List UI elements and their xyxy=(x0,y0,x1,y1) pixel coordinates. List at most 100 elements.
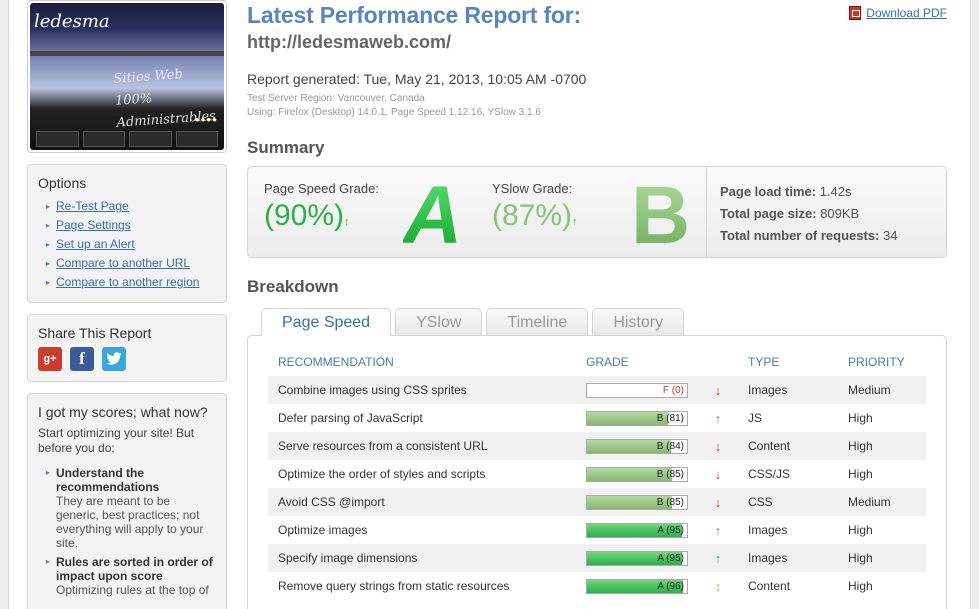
grade-cell: B (84) xyxy=(576,432,698,460)
requests-label: Total number of requests: xyxy=(720,228,880,243)
grade-cell: A (95) xyxy=(576,516,698,544)
option-item: Compare to another URL xyxy=(46,254,216,273)
thumbnail-banner-line-1: Sitios Web 100% xyxy=(113,67,184,109)
grade-bar: B (81) xyxy=(586,410,688,426)
trend-icon: ↓ xyxy=(698,376,738,404)
page-settings-link[interactable]: Page Settings xyxy=(56,218,131,232)
recommendation-name[interactable]: Defer parsing of JavaScript xyxy=(268,404,576,432)
recommendation-name[interactable]: Avoid CSS @import xyxy=(268,488,576,516)
options-box: Options Re-Test Page Page Settings Set u… xyxy=(27,164,227,303)
report-meta: Test Server Region: Vancouver, Canada Us… xyxy=(247,92,947,120)
table-row[interactable]: Optimize images A (95) ↑ Images High xyxy=(268,516,926,544)
priority-cell: Medium xyxy=(838,376,926,404)
site-thumbnail: ledesma Sitios Web 100% Administrables ●… xyxy=(27,0,227,153)
requests-stat: Total number of requests: 34 xyxy=(720,225,897,247)
recommendation-name[interactable]: Optimize images xyxy=(268,516,576,544)
table-row[interactable]: Optimize the order of styles and scripts… xyxy=(268,460,926,488)
recommendation-name[interactable]: Remove query strings from static resourc… xyxy=(268,572,576,600)
grade-text: B (85) xyxy=(656,496,684,508)
tab-timeline[interactable]: Timeline xyxy=(486,308,589,335)
pagespeed-letter-grade: A xyxy=(403,170,463,261)
breakdown-heading: Breakdown xyxy=(247,277,339,296)
grade-cell: B (85) xyxy=(576,488,698,516)
page-container: ledesma Sitios Web 100% Administrables ●… xyxy=(8,0,971,609)
now-what-intro: Start optimizing your site! But before y… xyxy=(38,426,195,455)
tab-page-speed[interactable]: Page Speed xyxy=(261,308,392,336)
pdf-icon xyxy=(849,6,862,20)
recommendation-name[interactable]: Optimize the order of styles and scripts xyxy=(268,460,576,488)
thumbnail-logo: ledesma xyxy=(34,11,110,32)
priority-cell: High xyxy=(848,523,873,537)
facebook-icon[interactable]: f xyxy=(70,347,94,371)
page-stats: Page load time: 1.42s Total page size: 8… xyxy=(706,167,897,257)
report-url: http://ledesmaweb.com/ xyxy=(247,32,452,52)
yslow-letter-grade: B xyxy=(631,170,691,261)
priority-cell: High xyxy=(848,411,873,425)
share-icons: g+ f xyxy=(38,347,216,371)
table-row[interactable]: Serve resources from a consistent URL B (… xyxy=(268,432,926,460)
yslow-trend-icon: ↑ xyxy=(572,216,578,228)
trend-icon: ↑ xyxy=(698,544,738,572)
pagespeed-percent: (90%)↑ xyxy=(264,199,379,233)
load-time-stat: Page load time: 1.42s xyxy=(720,181,897,203)
main-content: Latest Performance Report for: http://le… xyxy=(247,0,947,609)
recommendation-name[interactable]: Combine images using CSS sprites xyxy=(268,376,576,404)
breakdown-tabs: Page Speed YSlow Timeline History xyxy=(247,308,947,336)
options-list: Re-Test Page Page Settings Set up an Ale… xyxy=(38,197,216,292)
set-up-alert-link[interactable]: Set up an Alert xyxy=(56,237,135,251)
tip-heading: Understand the recommendations xyxy=(56,466,160,494)
recommendations-body: Combine images using CSS sprites F (0) ↓ Im… xyxy=(268,376,926,600)
compare-url-link[interactable]: Compare to another URL xyxy=(56,256,190,270)
grade-cell: A (95) xyxy=(576,544,698,572)
tip-body: Optimizing rules at the top of xyxy=(56,583,209,597)
now-what-box: I got my scores; what now? Start optimiz… xyxy=(27,393,227,609)
pagespeed-percent-value: (90%) xyxy=(264,199,345,232)
col-priority[interactable]: PRIORITY xyxy=(838,354,926,376)
type-cell: JS xyxy=(748,411,763,425)
recommendation-name[interactable]: Specify image dimensions xyxy=(268,544,576,572)
compare-region-link[interactable]: Compare to another region xyxy=(56,275,199,289)
table-row[interactable]: Specify image dimensions A (95) ↑ Images Hig… xyxy=(268,544,926,572)
download-pdf-link[interactable]: Download PDF xyxy=(849,6,947,20)
priority-cell: High xyxy=(848,579,873,593)
now-what-title: I got my scores; what now? xyxy=(38,404,208,420)
grade-text: F (0) xyxy=(662,384,684,396)
tip-body: They are meant to be generic, best pract… xyxy=(56,494,204,550)
type-cell: Images xyxy=(738,376,838,404)
priority-cell: High xyxy=(838,432,926,460)
col-type[interactable]: TYPE xyxy=(738,354,838,376)
tab-yslow[interactable]: YSlow xyxy=(395,308,483,335)
table-row[interactable]: Combine images using CSS sprites F (0) ↓ Im… xyxy=(268,376,926,404)
pagespeed-label: Page Speed Grade: xyxy=(264,181,379,196)
col-grade[interactable]: GRADE xyxy=(576,354,698,376)
grade-bar: A (95) xyxy=(586,550,688,566)
grade-bar: B (85) xyxy=(586,466,688,482)
page-size-stat: Total page size: 809KB xyxy=(720,203,897,225)
yslow-percent: (87%)↑ xyxy=(492,199,578,233)
grade-text: B (81) xyxy=(656,412,684,424)
col-recommendation[interactable]: RECOMMENDATION xyxy=(268,354,576,376)
twitter-icon[interactable] xyxy=(102,347,126,371)
col-trend xyxy=(698,354,738,376)
recommendations-table: RECOMMENDATION GRADE TYPE PRIORITY Combi… xyxy=(268,354,926,600)
options-title: Options xyxy=(38,175,87,191)
grade-cell: A (96) xyxy=(576,572,698,600)
trend-icon: ↓ xyxy=(698,432,738,460)
table-row[interactable]: Avoid CSS @import B (85) ↓ CSS Medium xyxy=(268,488,926,516)
tab-history[interactable]: History xyxy=(592,308,685,335)
retest-page-link[interactable]: Re-Test Page xyxy=(56,199,129,213)
report-generated: Report generated: Tue, May 21, 2013, 10:… xyxy=(247,71,587,87)
type-cell: Images xyxy=(748,523,788,537)
grade-bar: A (96) xyxy=(586,578,688,594)
priority-cell: High xyxy=(848,467,873,481)
share-box: Share This Report g+ f xyxy=(27,314,227,382)
table-row[interactable]: Remove query strings from static resourc… xyxy=(268,572,926,600)
table-row[interactable]: Defer parsing of JavaScript B (81) ↑ JS High xyxy=(268,404,926,432)
grade-text: B (84) xyxy=(656,440,684,452)
option-item: Compare to another region xyxy=(46,273,216,292)
priority-cell: High xyxy=(838,544,926,572)
grade-text: A (96) xyxy=(657,580,684,592)
recommendation-name[interactable]: Serve resources from a consistent URL xyxy=(268,432,576,460)
grade-bar: F (0) xyxy=(586,382,688,398)
google-plus-icon[interactable]: g+ xyxy=(38,347,62,371)
